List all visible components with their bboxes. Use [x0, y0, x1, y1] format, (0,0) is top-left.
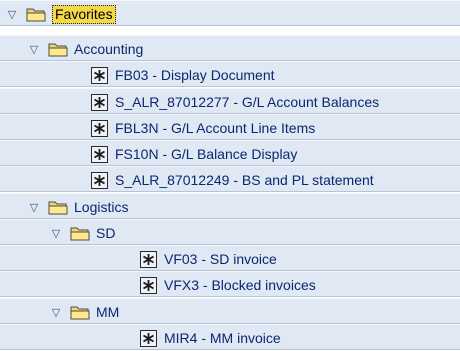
- favorites-tree: ▽ Favorites ▽ Accounting FB03 - Display: [0, 0, 460, 350]
- tree-row-sd[interactable]: ▽ SD: [0, 219, 460, 245]
- transaction-icon: [91, 66, 108, 84]
- folder-open-icon: [48, 201, 68, 215]
- tree-row-logistics[interactable]: ▽ Logistics: [0, 193, 460, 219]
- mm-folder-label[interactable]: MM: [96, 304, 119, 320]
- transaction-label[interactable]: FS10N - G/L Balance Display: [115, 146, 297, 162]
- transaction-icon: [140, 276, 157, 294]
- tree-row-favorites[interactable]: ▽ Favorites: [0, 0, 460, 26]
- folder-open-icon: [26, 8, 46, 22]
- transaction-icon: [140, 329, 157, 347]
- tree-row-transaction[interactable]: S_ALR_87012277 - G/L Account Balances: [0, 88, 460, 114]
- transaction-label[interactable]: VF03 - SD invoice: [164, 251, 277, 267]
- tree-row-transaction[interactable]: FBL3N - G/L Account Line Items: [0, 114, 460, 140]
- accounting-folder-label[interactable]: Accounting: [74, 41, 143, 57]
- transaction-icon: [91, 171, 108, 189]
- transaction-label[interactable]: VFX3 - Blocked invoices: [164, 277, 316, 293]
- folder-open-icon: [70, 227, 90, 241]
- tree-row-transaction[interactable]: MIR4 - MM invoice: [0, 324, 460, 350]
- tree-row-accounting[interactable]: ▽ Accounting: [0, 35, 460, 61]
- transaction-label[interactable]: FB03 - Display Document: [115, 67, 275, 83]
- logistics-folder-label[interactable]: Logistics: [74, 199, 128, 215]
- transaction-label[interactable]: S_ALR_87012249 - BS and PL statement: [115, 172, 374, 188]
- transaction-label[interactable]: MIR4 - MM invoice: [164, 330, 281, 346]
- tree-row-mm[interactable]: ▽ MM: [0, 298, 460, 324]
- tree-row-transaction[interactable]: VFX3 - Blocked invoices: [0, 271, 460, 297]
- transaction-label[interactable]: FBL3N - G/L Account Line Items: [115, 120, 315, 136]
- transaction-icon: [140, 250, 157, 268]
- collapse-accounting-toggle[interactable]: ▽: [26, 41, 42, 57]
- collapse-sd-toggle[interactable]: ▽: [48, 225, 64, 241]
- sd-folder-label[interactable]: SD: [96, 225, 115, 241]
- folder-open-icon: [48, 43, 68, 57]
- folder-open-icon: [70, 306, 90, 320]
- transaction-icon: [91, 119, 108, 137]
- tree-row-transaction[interactable]: S_ALR_87012249 - BS and PL statement: [0, 166, 460, 192]
- tree-row-transaction[interactable]: VF03 - SD invoice: [0, 245, 460, 271]
- transaction-icon: [91, 145, 108, 163]
- tree-row-transaction[interactable]: FB03 - Display Document: [0, 61, 460, 87]
- transaction-label[interactable]: S_ALR_87012277 - G/L Account Balances: [115, 94, 379, 110]
- collapse-logistics-toggle[interactable]: ▽: [26, 199, 42, 215]
- transaction-icon: [91, 93, 108, 111]
- collapse-favorites-toggle[interactable]: ▽: [4, 6, 20, 22]
- tree-row-transaction[interactable]: FS10N - G/L Balance Display: [0, 140, 460, 166]
- favorites-label[interactable]: Favorites: [52, 4, 116, 24]
- collapse-mm-toggle[interactable]: ▽: [48, 304, 64, 320]
